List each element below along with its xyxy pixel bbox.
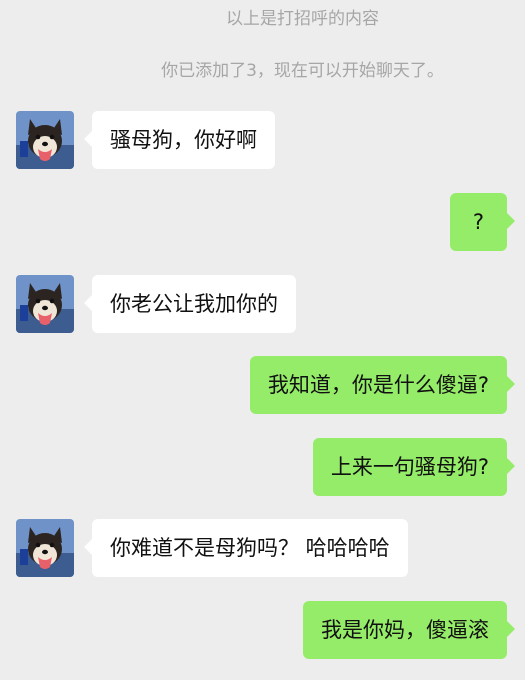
shiba-dog-avatar-icon[interactable] — [16, 111, 74, 169]
shiba-dog-avatar-icon[interactable] — [16, 519, 74, 577]
message-bubble-incoming[interactable]: 你老公让我加你的 — [84, 275, 296, 333]
shiba-dog-avatar-icon[interactable] — [16, 275, 74, 333]
message-bubble-incoming[interactable]: 骚母狗，你好啊 — [84, 111, 275, 169]
message-bubble-outgoing[interactable]: 我知道，你是什么傻逼? — [249, 356, 516, 414]
message-bubble-outgoing[interactable]: 我是你妈，傻逼滚 — [303, 601, 515, 659]
message-bubble-incoming[interactable]: 你难道不是母狗吗？ 哈哈哈哈 — [84, 519, 408, 577]
system-notice-greeting: 以上是打招呼的内容 — [226, 9, 379, 29]
message-bubble-outgoing[interactable]: 上来一句骚母狗? — [312, 438, 516, 496]
system-notice-added: 你已添加了3，现在可以开始聊天了。 — [161, 61, 444, 81]
message-bubble-outgoing[interactable]: ? — [450, 193, 515, 251]
